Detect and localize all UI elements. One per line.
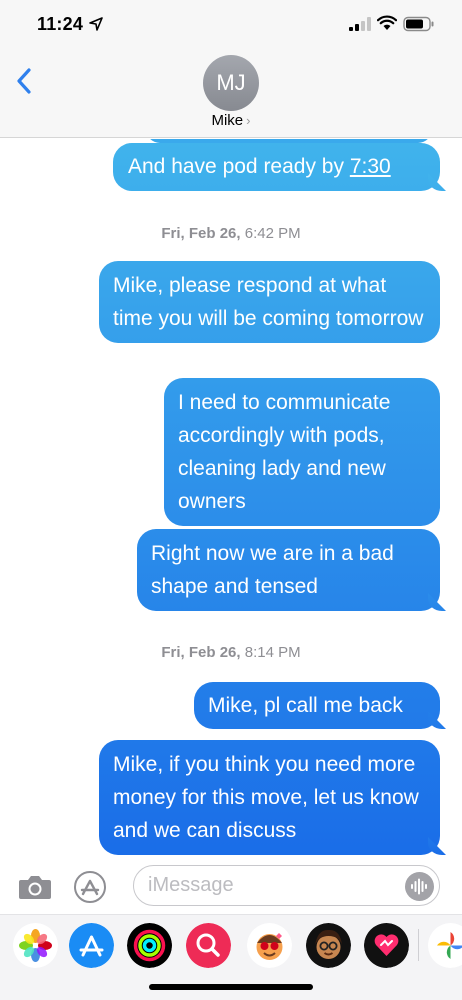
app-drawer (0, 914, 462, 1000)
photos-app-icon[interactable] (13, 923, 58, 968)
wifi-icon (377, 15, 397, 30)
home-indicator[interactable] (149, 984, 313, 990)
timestamp-day: Fri, Feb 26, (161, 644, 241, 661)
message-bubble[interactable]: Right now we are in a bad shape and tens… (137, 529, 440, 611)
message-input[interactable]: iMessage (133, 865, 440, 906)
contact-name: Mike (211, 112, 244, 129)
message-bubble[interactable]: And have pod ready by 7:30 (113, 143, 440, 191)
digital-touch-app-icon[interactable] (364, 923, 409, 968)
memoji-app-icon[interactable] (306, 923, 351, 968)
camera-icon[interactable] (18, 874, 52, 900)
back-chevron-icon[interactable] (14, 66, 36, 96)
message-list[interactable]: And have pod ready by 7:30 Fri, Feb 26, … (0, 139, 462, 860)
message-bubble[interactable]: I need to communicate accordingly with p… (164, 378, 440, 526)
audio-waveform-icon[interactable] (405, 872, 434, 901)
memoji-stickers-app-icon[interactable] (247, 923, 292, 968)
message-text: Mike, if you think you need more money f… (113, 753, 419, 842)
cellular-signal-icon (349, 17, 371, 31)
message-input-placeholder: iMessage (148, 874, 234, 896)
timestamp-time: 6:42 PM (244, 225, 301, 242)
message-text: Mike, pl call me back (208, 694, 403, 717)
app-store-icon[interactable] (74, 871, 106, 903)
timestamp-time: 8:14 PM (244, 644, 301, 661)
message-text: I need to communicate accordingly with p… (178, 391, 391, 513)
message-text: Right now we are in a bad shape and tens… (151, 542, 394, 598)
battery-icon (403, 16, 434, 32)
message-timestamp: Fri, Feb 26, 8:14 PM (0, 644, 462, 661)
location-arrow-icon (89, 17, 103, 31)
message-bubble[interactable]: Mike, pl call me back (194, 682, 440, 729)
message-text: And have pod ready by (128, 155, 350, 178)
fitness-app-icon[interactable] (127, 923, 172, 968)
chevron-right-icon: › (246, 113, 251, 128)
contact-avatar[interactable]: MJ (203, 55, 259, 111)
search-images-app-icon[interactable] (186, 923, 231, 968)
timestamp-day: Fri, Feb 26, (161, 225, 241, 242)
message-text: Mike, please respond at what time you wi… (113, 274, 424, 330)
google-photos-app-icon[interactable] (428, 923, 462, 968)
message-bubble[interactable]: Mike, if you think you need more money f… (99, 740, 440, 855)
message-timestamp: Fri, Feb 26, 6:42 PM (0, 225, 462, 242)
message-bubble[interactable]: Mike, please respond at what time you wi… (99, 261, 440, 343)
conversation-header: 11:24 MJ Mike › (0, 0, 462, 138)
status-time: 11:24 (37, 14, 84, 34)
time-link[interactable]: 7:30 (350, 155, 391, 178)
message-composer: iMessage (0, 860, 462, 914)
app-store-app-icon[interactable] (69, 923, 114, 968)
contact-name-button[interactable]: Mike › (0, 112, 462, 129)
drawer-separator (418, 929, 419, 961)
